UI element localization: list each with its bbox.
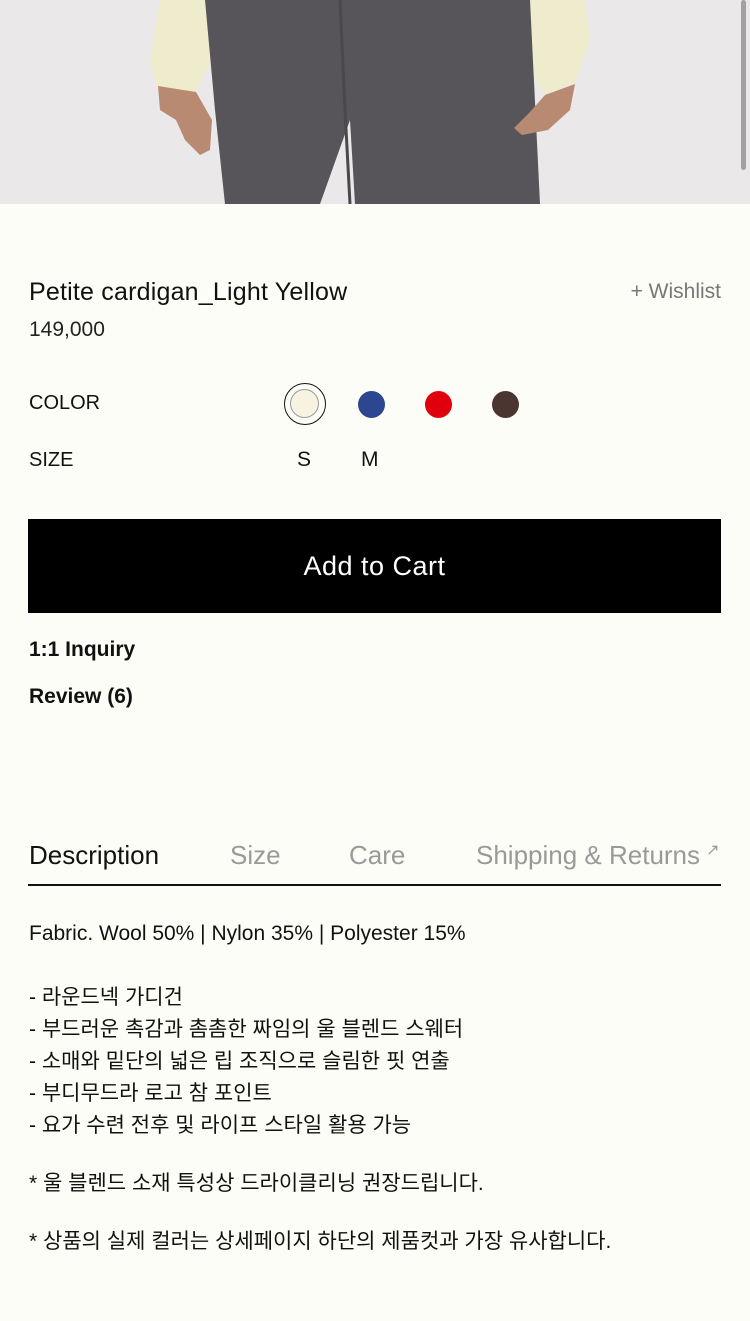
size-option-m[interactable]: M bbox=[361, 448, 379, 472]
add-to-cart-button[interactable]: Add to Cart bbox=[28, 519, 721, 613]
size-label: SIZE bbox=[29, 449, 74, 471]
product-title: Petite cardigan_Light Yellow bbox=[29, 278, 348, 306]
color-swatch-navy[interactable] bbox=[358, 391, 385, 418]
product-photo-illustration bbox=[0, 0, 750, 204]
review-link[interactable]: Review (6) bbox=[29, 685, 133, 709]
tab-shipping-returns[interactable]: Shipping & Returns ↗ bbox=[476, 840, 719, 871]
tab-care[interactable]: Care bbox=[349, 840, 405, 871]
tab-shipping-label: Shipping & Returns bbox=[476, 840, 701, 870]
fabric-info: Fabric. Wool 50% | Nylon 35% | Polyester… bbox=[29, 922, 466, 945]
color-swatch-red[interactable] bbox=[425, 391, 452, 418]
external-link-arrow-icon: ↗ bbox=[706, 842, 720, 859]
color-label: COLOR bbox=[29, 392, 101, 414]
wishlist-button[interactable]: + Wishlist bbox=[631, 280, 721, 304]
tab-description[interactable]: Description bbox=[29, 840, 159, 871]
feature-item: - 요가 수련 전후 및 라이프 스타일 활용 가능 bbox=[29, 1114, 412, 1137]
info-tabs: Description Size Care Shipping & Returns… bbox=[28, 836, 721, 886]
color-swatch-brown[interactable] bbox=[492, 391, 519, 418]
feature-item: - 부디무드라 로고 참 포인트 bbox=[29, 1082, 272, 1105]
care-note: * 울 블렌드 소재 특성상 드라이클리닝 권장드립니다. bbox=[29, 1172, 484, 1195]
description-content: Fabric. Wool 50% | Nylon 35% | Polyester… bbox=[29, 918, 719, 1258]
size-option-s[interactable]: S bbox=[297, 448, 311, 472]
scrollbar[interactable] bbox=[741, 0, 746, 170]
tab-size[interactable]: Size bbox=[230, 840, 281, 871]
product-image bbox=[0, 0, 750, 204]
color-note: * 상품의 실제 컬러는 상세페이지 하단의 제품컷과 가장 유사합니다. bbox=[29, 1230, 612, 1253]
inquiry-link[interactable]: 1:1 Inquiry bbox=[29, 638, 135, 662]
feature-item: - 라운드넥 가디건 bbox=[29, 986, 183, 1009]
feature-item: - 부드러운 촉감과 촘촘한 짜임의 울 블렌드 스웨터 bbox=[29, 1018, 464, 1041]
product-price: 149,000 bbox=[29, 318, 105, 341]
color-swatch-light-yellow[interactable] bbox=[284, 383, 326, 425]
feature-item: - 소매와 밑단의 넓은 립 조직으로 슬림한 핏 연출 bbox=[29, 1050, 450, 1073]
swatch-fill bbox=[290, 389, 319, 418]
